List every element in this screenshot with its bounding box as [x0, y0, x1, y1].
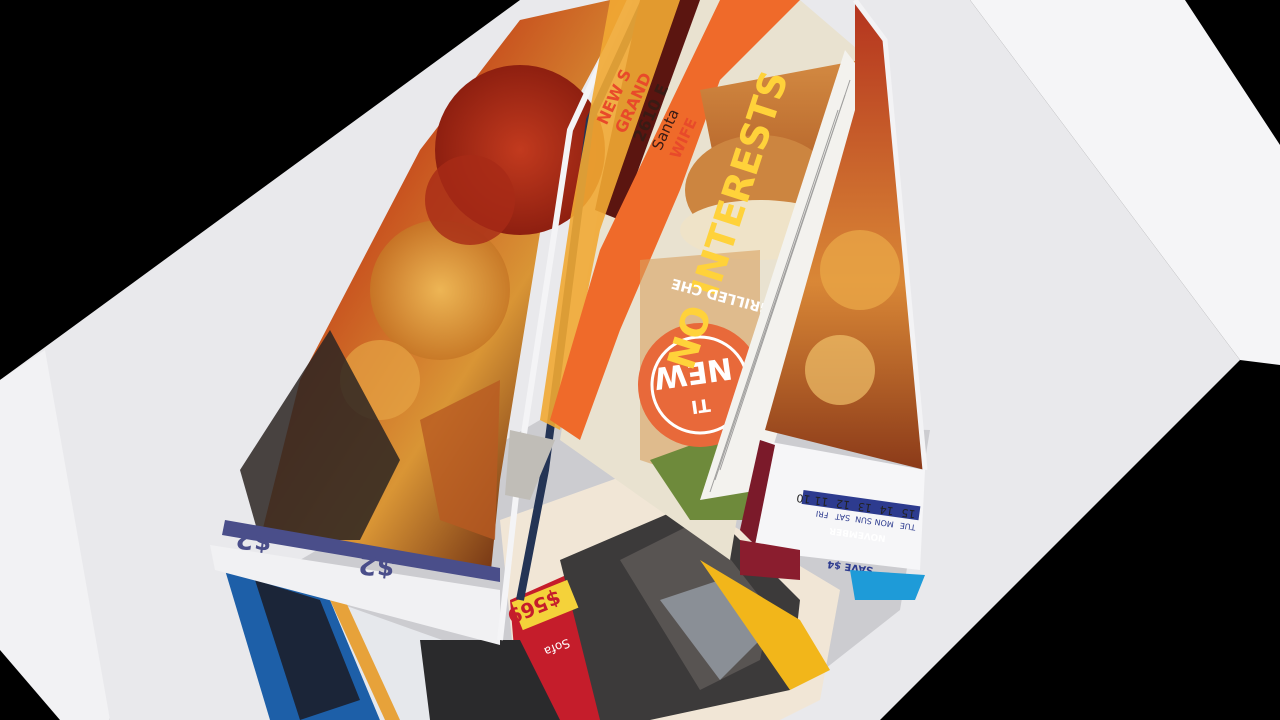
- photo-illustration: $569 Sofa $2 $2 NEW TI NO INTERESTS GRIL…: [0, 0, 1280, 720]
- svg-text:11: 11: [813, 494, 829, 509]
- svg-text:15: 15: [901, 506, 917, 521]
- svg-text:FRI: FRI: [815, 509, 829, 520]
- svg-text:12: 12: [835, 497, 851, 512]
- photo-scene: $569 Sofa $2 $2 NEW TI NO INTERESTS GRIL…: [0, 0, 1280, 720]
- svg-text:10: 10: [796, 491, 812, 506]
- pizza-price-2: $2: [357, 548, 397, 583]
- badge-subtext: TI: [690, 394, 712, 417]
- pizza-price-1: $2: [234, 522, 274, 557]
- svg-text:14: 14: [879, 503, 895, 518]
- svg-text:13: 13: [857, 500, 873, 515]
